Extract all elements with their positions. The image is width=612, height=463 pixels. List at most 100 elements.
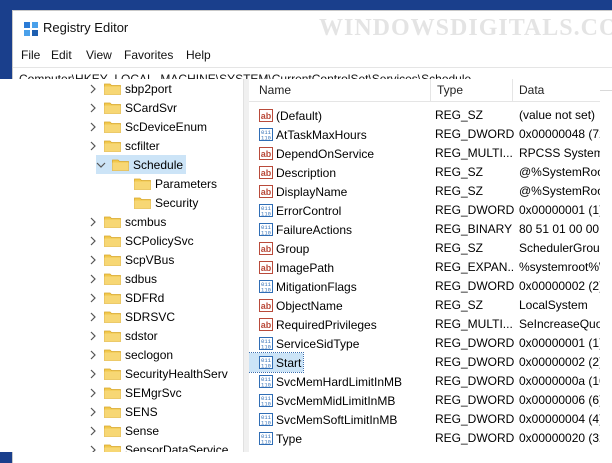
string-value-icon: ab	[259, 109, 273, 122]
folder-icon	[104, 83, 121, 95]
value-row[interactable]: ab Description REG_SZ @%SystemRoot%	[249, 163, 600, 182]
chevron-right-icon[interactable]	[88, 407, 98, 417]
value-name: ObjectName	[276, 298, 343, 313]
tree-item[interactable]: scmbus	[0, 212, 166, 231]
tree-item-label: scfilter	[125, 138, 160, 153]
chevron-right-icon[interactable]	[88, 426, 98, 436]
tree-item[interactable]: Parameters	[0, 174, 217, 193]
chevron-right-icon[interactable]	[88, 388, 98, 398]
value-type: REG_DWORD	[435, 355, 515, 369]
value-row[interactable]: 011 110 SvcMemHardLimitInMB REG_DWORD 0x0000…	[249, 372, 600, 391]
value-data: 0x00000004 (4)	[519, 412, 600, 426]
menu-view[interactable]: View	[86, 48, 112, 62]
folder-icon	[104, 216, 121, 228]
value-data: 0x00000020 (32)	[519, 431, 600, 445]
tree-item[interactable]: Schedule	[96, 155, 186, 174]
svg-text:110: 110	[261, 401, 271, 408]
value-row[interactable]: 011 110 Start REG_DWORD 0x00000002 (2)	[249, 352, 600, 373]
tree-item[interactable]: SensorDataService	[0, 440, 228, 452]
value-row[interactable]: 011 110 AtTaskMaxHours REG_DWORD 0x00000048 …	[249, 125, 600, 144]
value-row[interactable]: 011 110 SvcMemSoftLimitInMB REG_DWORD 0x0000…	[249, 410, 600, 429]
svg-text:ab: ab	[261, 244, 272, 254]
chevron-down-icon[interactable]	[96, 160, 106, 170]
value-row[interactable]: 011 110 ServiceSidType REG_DWORD 0x00000001 …	[249, 334, 600, 353]
chevron-right-icon[interactable]	[88, 255, 98, 265]
menu-favorites[interactable]: Favorites	[124, 48, 173, 62]
tree-item-label: ScpVBus	[125, 252, 175, 267]
tree-item[interactable]: SCPolicySvc	[0, 231, 194, 250]
folder-icon	[104, 121, 121, 133]
tree-item[interactable]: Sense	[0, 421, 159, 440]
menu-edit[interactable]: Edit	[51, 48, 72, 62]
value-data: 0x00000002 (2)	[519, 355, 600, 369]
chevron-right-icon[interactable]	[88, 217, 98, 227]
value-row[interactable]: 011 110 SvcMemMidLimitInMB REG_DWORD 0x00000…	[249, 391, 600, 410]
value-row[interactable]: ab ObjectName REG_SZ LocalSystem	[249, 296, 600, 315]
value-row[interactable]: ab DependOnService REG_MULTI... RPCSS Syste…	[249, 144, 600, 163]
binary-value-icon: 011110	[259, 432, 273, 445]
value-name: SvcMemHardLimitInMB	[276, 374, 403, 389]
tree-item[interactable]: sdbus	[0, 269, 157, 288]
column-header-name[interactable]: Name	[259, 83, 291, 97]
chevron-right-icon[interactable]	[88, 141, 98, 151]
tree-item[interactable]: SDRSVC	[0, 307, 175, 326]
window-title: Registry Editor	[43, 20, 129, 35]
tree-item[interactable]: SENS	[0, 402, 158, 421]
tree-item[interactable]: SDFRd	[0, 288, 164, 307]
chevron-right-icon[interactable]	[88, 293, 98, 303]
chevron-right-icon[interactable]	[88, 103, 98, 113]
chevron-right-icon[interactable]	[88, 122, 98, 132]
value-data: 0x00000001 (1)	[519, 203, 600, 217]
chevron-right-icon[interactable]	[88, 369, 98, 379]
svg-text:ab: ab	[261, 168, 272, 178]
folder-icon	[104, 235, 121, 247]
value-row[interactable]: 011110Type REG_DWORD 0x00000020 (32)	[249, 429, 600, 448]
binary-value-icon: 011110	[259, 128, 273, 141]
column-separator[interactable]	[512, 79, 513, 101]
tree-item[interactable]: sbp2port	[0, 79, 172, 98]
title-bar[interactable]: Registry Editor WINDOWSDIGITALS.COM	[13, 11, 612, 45]
value-type: REG_DWORD	[435, 203, 515, 217]
value-data: %systemroot%\sy	[519, 260, 600, 274]
binary-value-icon: 011110	[259, 223, 273, 236]
value-row[interactable]: ab DisplayName REG_SZ @%SystemRoot%	[249, 182, 600, 201]
tree-item[interactable]: sdstor	[0, 326, 158, 345]
chevron-right-icon[interactable]	[88, 84, 98, 94]
value-row[interactable]: ab (Default) REG_SZ (value not set)	[249, 106, 600, 125]
value-row[interactable]: 011 110 MitigationFlags REG_DWORD 0x00000002…	[249, 277, 600, 296]
tree-item[interactable]: SCardSvr	[0, 98, 177, 117]
tree-item[interactable]: SecurityHealthServ	[0, 364, 228, 383]
registry-values-list[interactable]: Name Type Data ab (Default) REG_SZ (value n…	[249, 79, 600, 452]
tree-item[interactable]: SEMgrSvc	[0, 383, 182, 402]
tree-item[interactable]: Security	[0, 193, 198, 212]
value-name: RequiredPrivileges	[276, 317, 377, 332]
column-header-data[interactable]: Data	[519, 83, 544, 97]
value-name: (Default)	[276, 108, 323, 123]
chevron-right-icon[interactable]	[88, 331, 98, 341]
registry-key-tree[interactable]: sbp2port SCardSvr ScDeviceEnum scfilter Sche…	[0, 79, 243, 452]
tree-item[interactable]: seclogon	[0, 345, 173, 364]
tree-item-label: scmbus	[125, 214, 167, 229]
tree-item[interactable]: ScDeviceEnum	[0, 117, 207, 136]
value-row[interactable]: 011 110 ErrorControl REG_DWORD 0x00000001 (1…	[249, 201, 600, 220]
tree-item[interactable]: scfilter	[0, 136, 160, 155]
value-data: 0x00000002 (2)	[519, 279, 600, 293]
value-row[interactable]: ab Group REG_SZ SchedulerGroup	[249, 239, 600, 258]
value-row[interactable]: 011 110 FailureActions REG_BINARY 80 51 01 0…	[249, 220, 600, 239]
menu-help[interactable]: Help	[186, 48, 211, 62]
tree-item[interactable]: ScpVBus	[0, 250, 174, 269]
column-separator[interactable]	[430, 79, 431, 101]
value-row[interactable]: ab ImagePath REG_EXPAN... %systemroot%\sy	[249, 258, 600, 277]
chevron-right-icon[interactable]	[88, 274, 98, 284]
chevron-right-icon[interactable]	[88, 445, 98, 453]
column-header-type[interactable]: Type	[437, 83, 463, 97]
svg-text:110: 110	[261, 211, 271, 218]
chevron-right-icon[interactable]	[88, 350, 98, 360]
chevron-right-icon[interactable]	[88, 312, 98, 322]
menu-file[interactable]: File	[21, 48, 40, 62]
value-name: ServiceSidType	[276, 336, 360, 351]
value-type: REG_DWORD	[435, 127, 515, 141]
value-row[interactable]: ab RequiredPrivileges REG_MULTI... SeIncrea…	[249, 315, 600, 334]
chevron-right-icon[interactable]	[88, 236, 98, 246]
